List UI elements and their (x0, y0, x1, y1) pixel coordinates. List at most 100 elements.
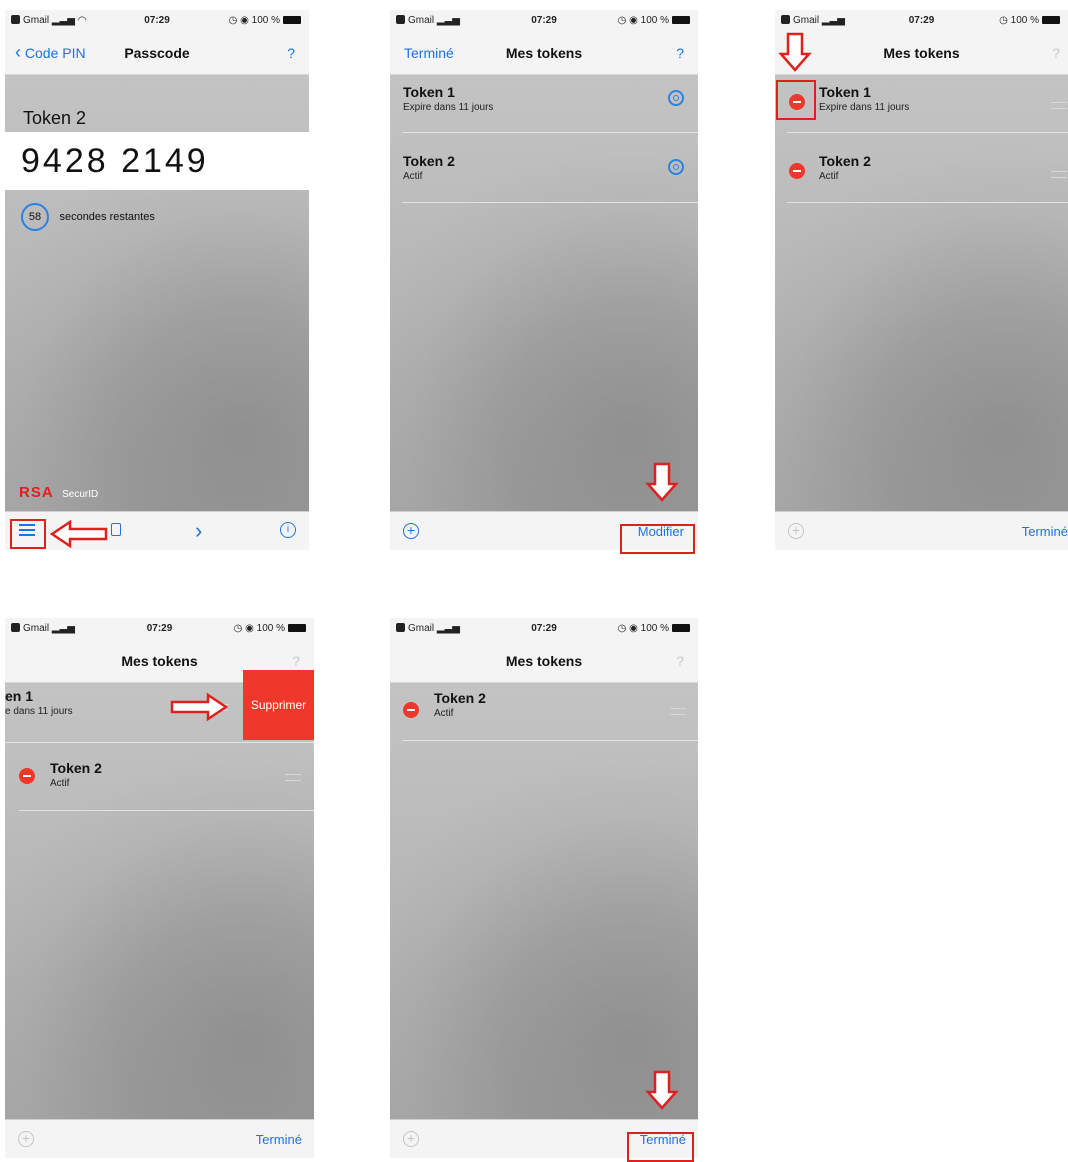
nav-bar: Mes tokens ? (390, 638, 698, 683)
reorder-handle-icon[interactable] (1051, 102, 1067, 109)
passcode-panel: 9428 2149 (5, 132, 309, 190)
screen-passcode: Gmail ▂▃▅ ◠ 07:29 ◷ ◉ 100 % ‹ Code PIN P… (5, 10, 309, 550)
arrow-right-icon (170, 692, 228, 722)
reorder-handle-icon[interactable] (670, 708, 686, 715)
arrow-down-icon (645, 1070, 679, 1110)
battery-icon (283, 16, 301, 24)
help-button[interactable]: ? (676, 653, 684, 669)
token-name: en 1 (5, 688, 34, 704)
bottom-toolbar: + Terminé (775, 511, 1068, 550)
token-name: Token 2 (23, 108, 87, 128)
token-status: Actif (434, 708, 454, 719)
bottom-toolbar: + Terminé (5, 1119, 314, 1158)
add-token-icon[interactable]: + (403, 523, 419, 539)
lock-icon: ◉ (245, 623, 254, 634)
screen-edit-mode: Gmail ▂▃▅ 07:29 ◷ 100 % Mes tokens ? Tok… (775, 10, 1068, 550)
arrow-down-icon (778, 32, 812, 72)
done-button[interactable]: Terminé (256, 1132, 302, 1147)
delete-circle-icon[interactable] (789, 163, 805, 179)
token-name: Token 1 (819, 84, 871, 100)
token-status: Expire dans 11 jours (819, 102, 910, 113)
delete-circle-icon[interactable] (403, 702, 419, 718)
forward-icon[interactable]: › (195, 518, 202, 544)
help-button[interactable]: ? (1052, 45, 1060, 61)
alarm-icon: ◷ (617, 15, 627, 26)
arrow-left-icon (50, 519, 108, 549)
delete-circle-icon[interactable] (19, 768, 35, 784)
copy-icon[interactable] (111, 523, 121, 536)
token-name: Token 2 (434, 690, 486, 706)
divider (787, 132, 1068, 133)
highlight-edit-button (620, 524, 695, 554)
lock-icon: ◉ (240, 15, 249, 26)
rsa-wordmark: RSA (19, 484, 54, 501)
status-bar: Gmail ▂▃▅ 07:29 ◷ 100 % (775, 10, 1068, 30)
countdown-row: 58 secondes restantes (21, 203, 155, 231)
screen-swipe-delete: Gmail ▂▃▅ 07:29 ◷ ◉ 100 % Mes tokens ? e… (5, 618, 314, 1158)
page-title: Mes tokens (505, 653, 583, 669)
info-icon[interactable]: i (280, 522, 296, 538)
help-button[interactable]: ? (676, 45, 684, 61)
divider (787, 202, 1068, 203)
list-item[interactable]: Token 1 Expire dans 11 jours (390, 76, 698, 144)
gear-icon[interactable] (668, 159, 684, 175)
page-title: Mes tokens (883, 45, 960, 61)
battery-icon (672, 624, 690, 632)
page-title: Passcode (124, 45, 190, 61)
nav-bar: Terminé Mes tokens ? (390, 30, 698, 75)
help-button[interactable]: ? (292, 653, 300, 669)
alarm-icon: ◷ (228, 15, 238, 26)
list-item[interactable]: en 1 e dans 11 jours Supprimer (5, 670, 314, 740)
background (5, 10, 309, 550)
battery-label: 100 % (640, 15, 669, 26)
countdown-text: secondes restantes (59, 211, 155, 223)
status-bar: Gmail ▂▃▅ 07:29 ◷ ◉ 100 % (390, 618, 698, 638)
add-token-icon: + (18, 1131, 34, 1147)
nav-bar: Mes tokens ? (775, 30, 1068, 75)
delete-label: Supprimer (250, 698, 307, 712)
done-button[interactable]: Terminé (1022, 524, 1068, 539)
alarm-icon: ◷ (617, 623, 627, 634)
reorder-handle-icon[interactable] (285, 774, 301, 781)
token-status: Expire dans 11 jours (403, 102, 494, 113)
token-name: Token 2 (403, 153, 455, 169)
highlight-delete-icon (776, 80, 816, 120)
page-title: Mes tokens (121, 653, 198, 669)
add-token-icon: + (788, 523, 804, 539)
page-title: Mes tokens (505, 45, 583, 61)
help-button[interactable]: ? (287, 45, 295, 61)
token-status: Actif (819, 171, 839, 182)
list-item[interactable]: Token 1 Expire dans 11 jours (775, 76, 1068, 144)
highlight-done-button (627, 1132, 694, 1162)
token-name: Token 2 (50, 760, 102, 776)
nav-bar: ‹ Code PIN Passcode ? (5, 30, 309, 75)
battery-label: 100 % (256, 623, 285, 634)
passcode-value: 9428 2149 (21, 142, 209, 180)
status-bar: Gmail ▂▃▅ ◠ 07:29 ◷ ◉ 100 % (5, 10, 309, 30)
arrow-down-icon (645, 462, 679, 502)
token-name: Token 2 (819, 153, 871, 169)
rsa-logo: RSA SecurID (19, 484, 98, 502)
status-bar: Gmail ▂▃▅ 07:29 ◷ ◉ 100 % (390, 10, 698, 30)
battery-icon (672, 16, 690, 24)
securid-wordmark: SecurID (62, 489, 99, 500)
gear-icon[interactable] (668, 90, 684, 106)
token-status: Actif (403, 171, 423, 182)
divider (19, 810, 314, 811)
token-name: Token 1 (403, 84, 455, 100)
battery-label: 100 % (251, 15, 280, 26)
divider (402, 740, 698, 741)
list-item[interactable]: Token 2 Actif (390, 684, 698, 752)
reorder-handle-icon[interactable] (1051, 171, 1067, 178)
battery-label: 100 % (1010, 15, 1039, 26)
divider (402, 132, 698, 133)
battery-icon (1042, 16, 1060, 24)
alarm-icon: ◷ (233, 623, 243, 634)
divider (5, 742, 314, 743)
battery-icon (288, 624, 306, 632)
delete-button[interactable]: Supprimer (243, 670, 314, 740)
countdown-circle: 58 (21, 203, 49, 231)
lock-icon: ◉ (629, 623, 638, 634)
status-bar: Gmail ▂▃▅ 07:29 ◷ ◉ 100 % (5, 618, 314, 638)
list-item[interactable]: Token 2 Actif (5, 754, 314, 822)
